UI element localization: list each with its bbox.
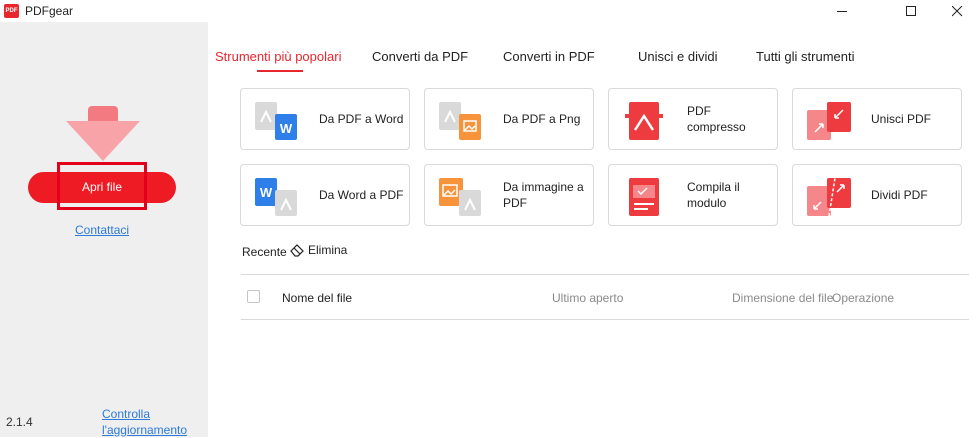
tool-label: Da PDF a Word bbox=[319, 112, 404, 126]
eraser-icon bbox=[290, 243, 304, 257]
tool-label: Da immagine a PDF bbox=[503, 180, 584, 210]
minimize-icon bbox=[837, 11, 847, 12]
delete-label: Elimina bbox=[308, 243, 348, 257]
close-icon bbox=[952, 6, 963, 17]
word-to-pdf-icon: W bbox=[255, 178, 297, 216]
active-tab-indicator bbox=[257, 70, 303, 72]
recent-title: Recente bbox=[242, 245, 287, 259]
svg-text:W: W bbox=[260, 185, 273, 200]
pdf-to-png-icon bbox=[439, 102, 481, 140]
tool-card-pdf-to-word[interactable]: W Da PDF a Word bbox=[240, 88, 410, 150]
tool-label: Da PDF a Png bbox=[503, 112, 581, 126]
contact-link[interactable]: Contattaci bbox=[75, 223, 129, 237]
check-update-line-1: Controlla bbox=[102, 407, 151, 421]
table-top-divider bbox=[241, 274, 969, 275]
image-to-pdf-icon bbox=[439, 178, 481, 216]
column-header-operation: Operazione bbox=[832, 291, 895, 305]
tool-label: Compila il modulo bbox=[687, 180, 740, 210]
table-header-divider bbox=[241, 319, 969, 320]
maximize-icon bbox=[906, 6, 916, 16]
tool-card-pdf-to-png[interactable]: Da PDF a Png bbox=[424, 88, 594, 150]
minimize-button[interactable] bbox=[819, 0, 865, 22]
pdf-to-word-icon: W bbox=[255, 102, 297, 140]
title-bar: PDF PDFgear bbox=[0, 0, 980, 22]
tab-popular-tools[interactable]: Strumenti più popolari bbox=[215, 49, 341, 64]
tool-label: PDF compresso bbox=[687, 104, 746, 134]
tab-convert-to-pdf[interactable]: Converti in PDF bbox=[503, 49, 595, 64]
fill-form-icon bbox=[629, 178, 659, 216]
tool-card-image-to-pdf[interactable]: Da immagine a PDF bbox=[424, 164, 594, 226]
check-update-link[interactable]: Controlla l'aggiornamento bbox=[102, 406, 197, 438]
merge-pdf-icon bbox=[807, 102, 851, 140]
tab-all-tools[interactable]: Tutti gli strumenti bbox=[756, 49, 855, 64]
app-logo-icon: PDF bbox=[4, 4, 19, 18]
tool-card-merge-pdf[interactable]: Unisci PDF bbox=[792, 88, 962, 150]
close-button[interactable] bbox=[934, 0, 980, 22]
column-header-file-size[interactable]: Dimensione del file bbox=[732, 291, 833, 305]
column-header-last-opened[interactable]: Ultimo aperto bbox=[552, 291, 623, 305]
open-file-button[interactable]: Apri file bbox=[28, 172, 176, 203]
tool-label: Dividi PDF bbox=[871, 188, 928, 202]
tab-convert-from-pdf[interactable]: Converti da PDF bbox=[372, 49, 468, 64]
split-pdf-icon bbox=[807, 177, 851, 217]
maximize-button[interactable] bbox=[888, 0, 934, 22]
version-label: 2.1.4 bbox=[6, 415, 33, 429]
tool-label: Unisci PDF bbox=[871, 112, 932, 126]
select-all-checkbox[interactable] bbox=[247, 290, 260, 303]
svg-text:W: W bbox=[280, 121, 293, 136]
column-header-file-name[interactable]: Nome del file bbox=[282, 291, 352, 305]
compress-pdf-icon bbox=[625, 102, 663, 140]
tool-card-compress-pdf[interactable]: PDF compresso bbox=[608, 88, 778, 150]
window-title: PDFgear bbox=[25, 4, 74, 18]
tab-merge-split[interactable]: Unisci e dividi bbox=[638, 49, 717, 64]
tool-card-fill-form[interactable]: Compila il modulo bbox=[608, 164, 778, 226]
check-update-line-2: l'aggiornamento bbox=[102, 423, 188, 437]
tool-label: Da Word a PDF bbox=[319, 188, 404, 202]
tool-card-split-pdf[interactable]: Dividi PDF bbox=[792, 164, 962, 226]
delete-button[interactable]: Elimina bbox=[290, 243, 347, 257]
tool-card-word-to-pdf[interactable]: W Da Word a PDF bbox=[240, 164, 410, 226]
download-arrow-icon bbox=[66, 106, 140, 161]
